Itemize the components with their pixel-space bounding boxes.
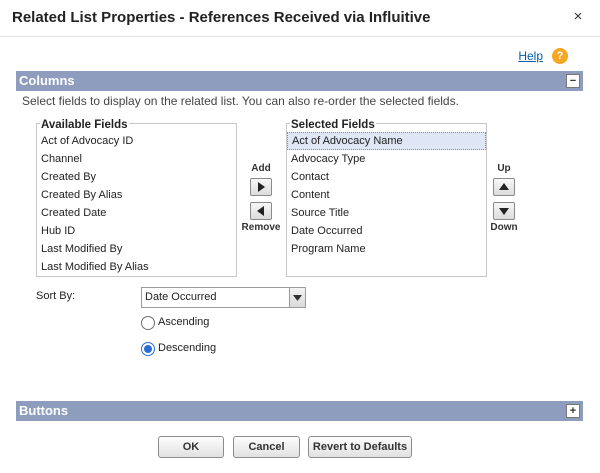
available-fields-label: Available Fields (40, 119, 129, 131)
sort-by-label: Sort By: (36, 290, 76, 302)
descending-label: Descending (158, 342, 217, 354)
list-item[interactable]: Last Modified By Alias (37, 258, 236, 276)
available-fields-listbox[interactable]: Act of Advocacy ID Channel Created By Creat… (36, 123, 237, 277)
descending-radio[interactable] (141, 342, 155, 356)
arrow-down-icon (499, 208, 509, 215)
list-item[interactable]: Created Date (37, 204, 236, 222)
up-label: Up (497, 163, 511, 174)
sort-by-value: Date Occurred (145, 291, 217, 303)
ascending-label: Ascending (158, 316, 210, 328)
add-button[interactable] (250, 178, 272, 196)
help-link[interactable]: Help (518, 49, 543, 63)
help-icon[interactable]: ? (552, 48, 568, 64)
columns-section-title: Columns (19, 73, 75, 88)
list-item[interactable]: Hub ID (37, 222, 236, 240)
list-item[interactable]: Act of Advocacy Name (287, 132, 486, 150)
move-up-button[interactable] (493, 178, 515, 196)
ascending-radio[interactable] (141, 316, 155, 330)
list-item[interactable]: Contact (287, 168, 486, 186)
expand-icon[interactable]: + (566, 404, 580, 418)
list-item[interactable]: Advocacy Type (287, 150, 486, 168)
related-list-properties-dialog: Related List Properties - References Rec… (0, 0, 600, 473)
list-item[interactable]: Program Name (287, 240, 486, 258)
move-down-button[interactable] (493, 202, 515, 220)
sort-by-select[interactable]: Date Occurred (141, 287, 306, 308)
dialog-titlebar: Related List Properties - References Rec… (0, 0, 600, 37)
down-label: Down (490, 222, 518, 233)
list-item[interactable]: Created By (37, 168, 236, 186)
arrow-right-icon (258, 182, 265, 192)
chevron-down-icon (289, 288, 305, 307)
close-icon[interactable]: × (570, 9, 586, 25)
list-item[interactable]: Date Occurred (287, 222, 486, 240)
columns-section-header: Columns − (16, 71, 583, 91)
list-item[interactable]: Channel (37, 150, 236, 168)
buttons-section-title: Buttons (19, 403, 69, 418)
revert-to-defaults-button[interactable]: Revert to Defaults (308, 436, 412, 458)
list-item[interactable]: Content (287, 186, 486, 204)
collapse-icon[interactable]: − (566, 74, 580, 88)
selected-fields-label: Selected Fields (290, 119, 376, 131)
buttons-section-header: Buttons + (16, 401, 583, 421)
add-label: Add (251, 163, 271, 174)
ok-button[interactable]: OK (158, 436, 224, 458)
list-item[interactable]: Created By Alias (37, 186, 236, 204)
list-item[interactable]: Act of Advocacy ID (37, 132, 236, 150)
list-item[interactable]: Last Modified By (37, 240, 236, 258)
columns-instructions: Select fields to display on the related … (22, 94, 459, 108)
dialog-title: Related List Properties - References Rec… (12, 9, 431, 26)
cancel-button[interactable]: Cancel (233, 436, 300, 458)
remove-button[interactable] (250, 202, 272, 220)
list-item[interactable]: Source Title (287, 204, 486, 222)
selected-fields-listbox[interactable]: Act of Advocacy Name Advocacy Type Contact… (286, 123, 487, 277)
arrow-left-icon (257, 206, 264, 216)
remove-label: Remove (241, 222, 281, 233)
arrow-up-icon (499, 183, 509, 190)
